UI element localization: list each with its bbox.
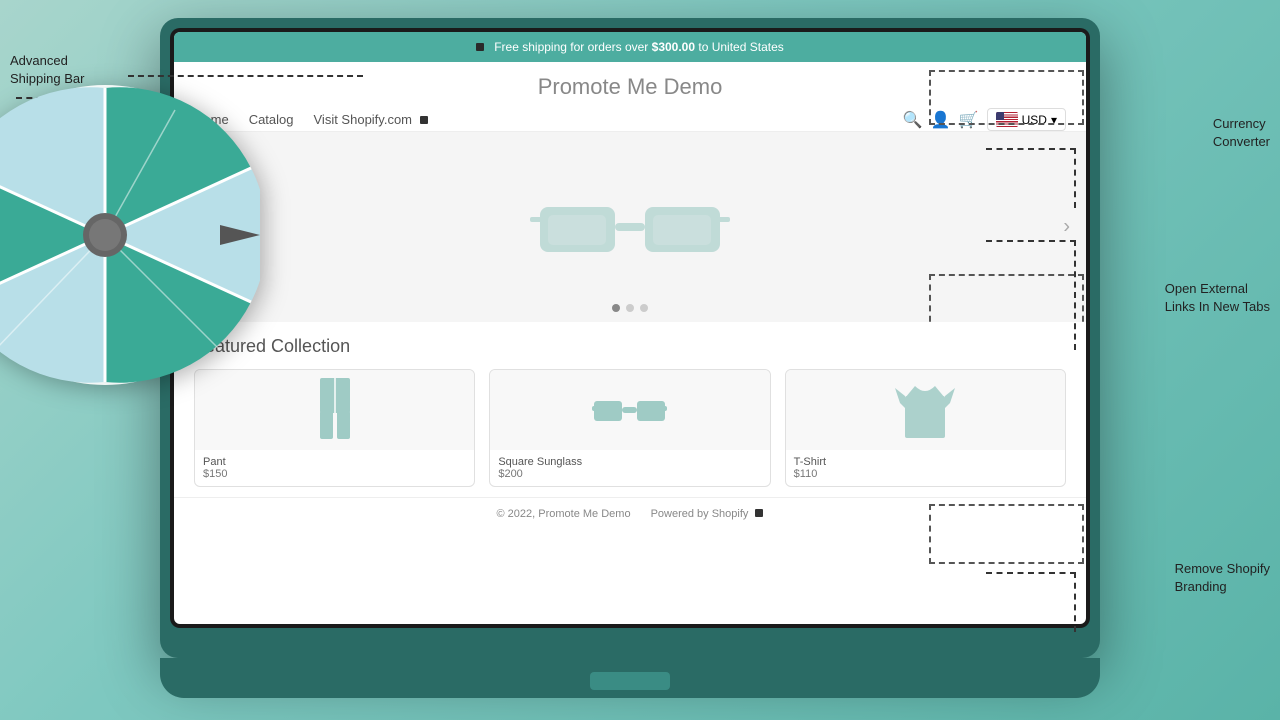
- product-name-sunglass: Square Sunglass: [498, 456, 761, 468]
- site-header: Promote Me Demo Home Catalog Visit Shopi…: [174, 62, 1086, 132]
- product-name-pant: Pant: [203, 456, 466, 468]
- product-info-sunglass: Square Sunglass $200: [490, 450, 769, 486]
- product-name-tshirt: T-Shirt: [794, 456, 1057, 468]
- product-card-sunglass[interactable]: Square Sunglass $200: [489, 369, 770, 487]
- footer-copyright: © 2022, Promote Me Demo: [497, 508, 631, 520]
- pant-svg: [315, 378, 355, 443]
- featured-section: Featured Collection: [174, 322, 1086, 497]
- product-grid: Pant $150: [194, 369, 1066, 487]
- product-image-sunglass: [490, 370, 769, 450]
- product-price-sunglass: $200: [498, 468, 761, 480]
- hero-image: [530, 177, 730, 277]
- slider-dot-1: [612, 304, 620, 312]
- currency-converter-label: CurrencyConverter: [1213, 115, 1270, 151]
- slider-dot-3: [640, 304, 648, 312]
- tshirt-svg: [895, 378, 955, 443]
- wheel-of-fortune[interactable]: [0, 80, 260, 390]
- product-info-tshirt: T-Shirt $110: [786, 450, 1065, 486]
- screen: Free shipping for orders over $300.00 to…: [174, 32, 1086, 624]
- open-external-links-label: Open ExternalLinks In New Tabs: [1165, 280, 1270, 316]
- laptop-body: Free shipping for orders over $300.00 to…: [160, 18, 1100, 658]
- footer-powered-by: Powered by Shopify: [651, 508, 764, 520]
- shipping-bar-dot: [476, 43, 484, 51]
- footer-dot: [755, 509, 763, 517]
- shipping-text-after: to United States: [698, 40, 783, 54]
- laptop-bottom: [160, 658, 1100, 698]
- product-price-tshirt: $110: [794, 468, 1057, 480]
- slider-dot-2: [626, 304, 634, 312]
- product-image-tshirt: [786, 370, 1065, 450]
- trackpad: [590, 672, 670, 690]
- slider-next-arrow[interactable]: ›: [1063, 216, 1070, 239]
- visit-shopify-dot: [420, 116, 428, 124]
- featured-collection-title: Featured Collection: [194, 336, 1066, 357]
- laptop: Free shipping for orders over $300.00 to…: [160, 18, 1100, 698]
- external-links-dashed-box: [929, 274, 1084, 322]
- screen-bezel: Free shipping for orders over $300.00 to…: [170, 28, 1090, 628]
- right-annotations: CurrencyConverter Open ExternalLinks In …: [1070, 0, 1280, 720]
- currency-dashed-box: [929, 70, 1084, 125]
- nav-visit-shopify[interactable]: Visit Shopify.com: [314, 112, 428, 127]
- wheel-svg: [0, 80, 260, 390]
- slider-dots: [612, 304, 648, 312]
- remove-shopify-branding-label: Remove ShopifyBranding: [1175, 560, 1270, 596]
- sunglasses-image: [530, 177, 730, 277]
- sunglass-svg: [592, 393, 667, 428]
- product-card-tshirt[interactable]: T-Shirt $110: [785, 369, 1066, 487]
- product-info-pant: Pant $150: [195, 450, 474, 486]
- site-footer: © 2022, Promote Me Demo Powered by Shopi…: [174, 497, 1086, 530]
- remove-branding-dashed-box: [929, 504, 1084, 564]
- shipping-text-before: Free shipping for orders over: [494, 40, 648, 54]
- shipping-amount: $300.00: [652, 40, 695, 54]
- shipping-bar: Free shipping for orders over $300.00 to…: [174, 32, 1086, 62]
- search-icon[interactable]: 🔍: [903, 110, 923, 130]
- screen-content: Free shipping for orders over $300.00 to…: [174, 32, 1086, 624]
- shipping-bar-text: Free shipping for orders over $300.00 to…: [494, 40, 784, 54]
- product-price-pant: $150: [203, 468, 466, 480]
- hero-slider: ›: [174, 132, 1086, 322]
